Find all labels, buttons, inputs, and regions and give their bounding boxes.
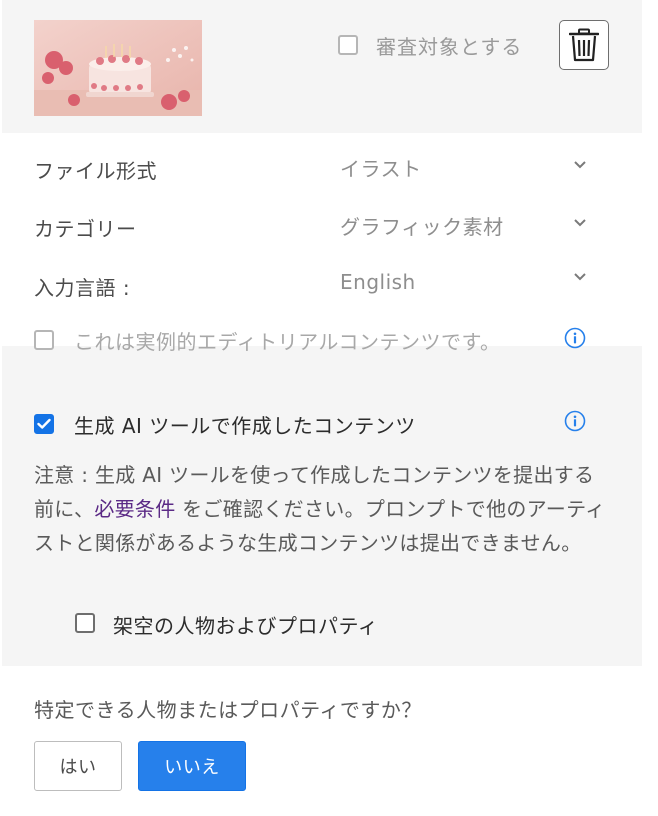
gen-ai-notice: 注意 : 生成 AI ツールを使って作成したコンテンツを提出する前に、必要条件 … [34,458,609,560]
requirements-link[interactable]: 必要条件 [94,497,175,521]
editorial-checkbox[interactable] [34,330,54,350]
gen-ai-checkbox[interactable] [34,414,54,434]
review-checkbox-row[interactable]: 審査対象とする [338,33,523,59]
chevron-down-icon[interactable] [572,271,588,283]
info-icon[interactable] [564,410,586,432]
chevron-down-icon[interactable] [572,217,588,229]
trash-icon [569,28,599,62]
checkmark-icon [37,418,51,429]
category-select[interactable]: グラフィック素材 [340,211,504,240]
identifiable-question: 特定できる人物またはプロパティですか？ [34,698,422,722]
editorial-label: これは実例的エディトリアルコンテンツです。 [74,330,501,354]
fictional-checkbox[interactable] [75,613,95,633]
review-label: 審査対象とする [376,34,523,59]
no-button[interactable]: いいえ [138,741,246,791]
language-label: 入力言語 : [34,276,131,300]
info-icon[interactable] [564,327,586,349]
review-checkbox[interactable] [338,35,358,55]
language-select[interactable]: English [340,270,416,294]
fictional-label: 架空の人物およびプロパティ [113,614,379,638]
yes-button[interactable]: はい [34,741,122,791]
file-type-select[interactable]: イラスト [340,153,422,182]
category-label: カテゴリー [34,217,137,241]
chevron-down-icon[interactable] [572,159,588,171]
delete-button[interactable] [559,20,609,70]
asset-thumbnail[interactable] [34,20,202,116]
gen-ai-label: 生成 AI ツールで作成したコンテンツ [74,414,416,438]
file-type-label: ファイル形式 [34,159,157,183]
